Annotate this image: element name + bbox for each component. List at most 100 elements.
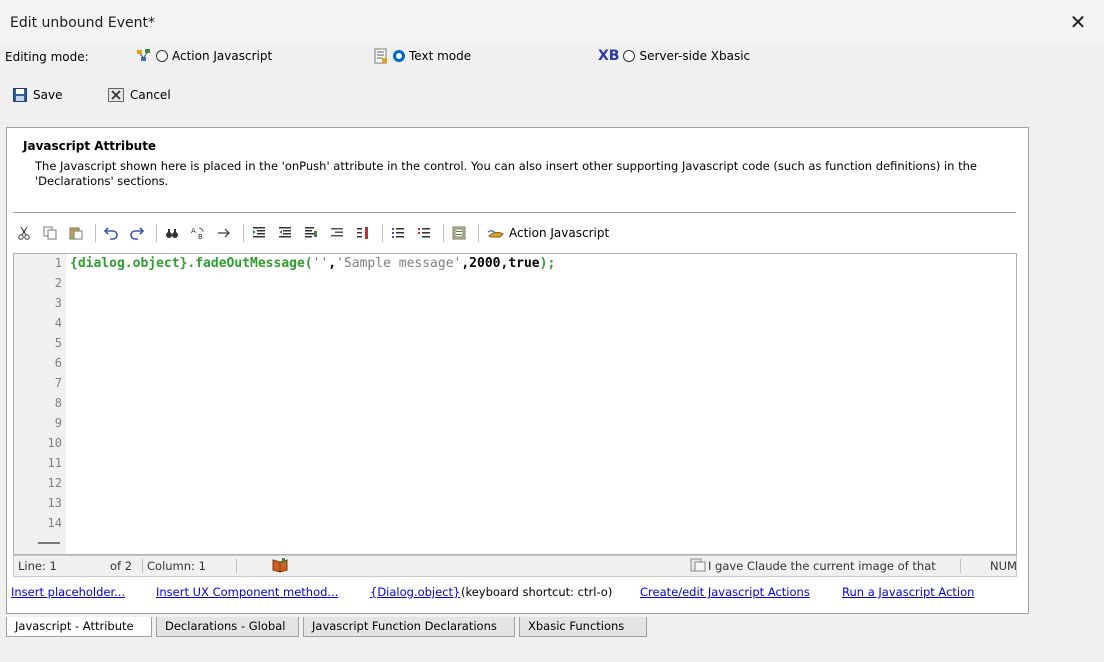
window-title: Edit unbound Event* xyxy=(10,15,155,31)
code-token: , xyxy=(328,256,337,271)
keyboard-shortcut-hint: (keyboard shortcut: ctrl-o) xyxy=(461,585,613,599)
server-side-xbasic-radio[interactable] xyxy=(623,50,636,62)
status-line: Line: 1 xyxy=(18,559,57,573)
find-icon[interactable] xyxy=(161,223,183,243)
toolbar-separator xyxy=(156,224,157,242)
status-num: NUM xyxy=(990,559,1017,573)
editor-status-bar: Line: 1 of 2 Column: 1 I gave Claude the… xyxy=(13,555,1017,577)
line-number: 2 xyxy=(54,276,62,290)
tab-label: Declarations - Global xyxy=(165,619,286,633)
line-number: 1 xyxy=(54,256,62,270)
create-edit-javascript-actions-link[interactable]: Create/edit Javascript Actions xyxy=(640,585,810,599)
status-divider xyxy=(236,559,237,573)
action-javascript-toolbar-label: Action Javascript xyxy=(509,226,610,240)
bullet-list-icon[interactable] xyxy=(387,223,409,243)
toolbar-separator xyxy=(478,224,479,242)
format-icon[interactable] xyxy=(352,223,374,243)
panel-description: The Javascript shown here is placed in t… xyxy=(35,159,978,188)
genie-lamp-icon xyxy=(487,230,504,238)
code-token: '' xyxy=(312,256,329,271)
align-right-icon[interactable] xyxy=(326,223,348,243)
code-library-icon[interactable] xyxy=(448,223,470,243)
cut-icon[interactable] xyxy=(13,223,35,243)
action-button-row: Save Cancel xyxy=(0,84,400,110)
javascript-attribute-panel: Javascript Attribute The Javascript show… xyxy=(6,127,1029,614)
line-number: 14 xyxy=(47,516,62,530)
code-token: 'Sample message' xyxy=(336,256,462,271)
copy-icon[interactable] xyxy=(39,223,61,243)
undo-icon[interactable] xyxy=(100,223,122,243)
status-message: I gave Claude the current image of that xyxy=(708,559,936,573)
svg-text:B: B xyxy=(198,233,203,240)
action-javascript-label: Action Javascript xyxy=(172,49,273,63)
line-number: 9 xyxy=(54,416,62,430)
line-number: 13 xyxy=(47,496,62,510)
bottom-tab-strip: Javascript - Attribute Declarations - Gl… xyxy=(6,617,806,639)
action-javascript-button[interactable]: Action Javascript xyxy=(487,226,609,240)
indent-icon[interactable] xyxy=(248,223,270,243)
code-token: {dialog.object}.fadeOutMessage( xyxy=(70,256,313,271)
server-side-xbasic-label: Server-side Xbasic xyxy=(639,49,751,63)
toolbar-separator xyxy=(95,224,96,242)
line-number-gutter: 1 2 3 4 5 6 7 8 9 10 11 12 13 14 xyxy=(14,254,66,554)
save-label: Save xyxy=(33,88,63,102)
insert-ux-component-method-link[interactable]: Insert UX Component method... xyxy=(156,585,338,599)
panel-title: Javascript Attribute xyxy=(23,139,157,153)
editing-mode-row: Editing mode: Action Javascript Text mod… xyxy=(0,44,1104,72)
code-editor[interactable]: 1 2 3 4 5 6 7 8 9 10 11 12 13 14 {dialog… xyxy=(13,253,1017,555)
replace-icon[interactable]: AB xyxy=(187,223,209,243)
close-icon: ✕ xyxy=(1069,10,1087,34)
code-token: ); xyxy=(539,256,556,271)
number-list-icon[interactable] xyxy=(413,223,435,243)
text-mode-icon xyxy=(374,48,387,64)
fold-marker xyxy=(38,542,60,544)
save-icon xyxy=(13,88,27,102)
editor-toolbar: AB Action Javascript xyxy=(13,220,1016,246)
toolbar-separator xyxy=(382,224,383,242)
title-bar: Edit unbound Event* ✕ xyxy=(0,0,1104,44)
mode-option-action-javascript[interactable]: Action Javascript xyxy=(136,48,272,64)
line-number: 10 xyxy=(47,436,62,450)
tab-declarations-global[interactable]: Declarations - Global xyxy=(156,617,299,637)
mode-option-server-side-xbasic[interactable]: XB Server-side Xbasic xyxy=(598,48,750,64)
tab-javascript-function-declarations[interactable]: Javascript Function Declarations xyxy=(303,617,515,637)
text-mode-label: Text mode xyxy=(409,49,472,63)
insert-placeholder-link[interactable]: Insert placeholder... xyxy=(11,585,125,599)
book-icon[interactable] xyxy=(272,557,288,573)
tab-label: Xbasic Functions xyxy=(528,619,625,633)
save-button[interactable]: Save xyxy=(13,88,62,102)
tab-javascript-attribute[interactable]: Javascript - Attribute xyxy=(6,617,152,637)
status-divider xyxy=(960,559,961,573)
outdent-icon[interactable] xyxy=(274,223,296,243)
helper-links-row: Insert placeholder... Insert UX Componen… xyxy=(11,585,1021,601)
line-number: 5 xyxy=(54,336,62,350)
dialog-object-link[interactable]: {Dialog.object} xyxy=(370,585,460,599)
redo-icon[interactable] xyxy=(126,223,148,243)
line-number: 7 xyxy=(54,376,62,390)
svg-text:A: A xyxy=(191,227,196,235)
cancel-button[interactable]: Cancel xyxy=(108,88,171,102)
tab-label: Javascript - Attribute xyxy=(15,619,134,633)
line-number: 8 xyxy=(54,396,62,410)
mode-option-text-mode[interactable]: Text mode xyxy=(373,48,471,64)
action-js-icon xyxy=(137,49,150,61)
cancel-icon xyxy=(108,88,124,102)
action-javascript-radio[interactable] xyxy=(156,50,168,62)
paste-icon[interactable] xyxy=(65,223,87,243)
close-button[interactable]: ✕ xyxy=(1052,0,1104,44)
tab-label: Javascript Function Declarations xyxy=(312,619,497,633)
tab-xbasic-functions[interactable]: Xbasic Functions xyxy=(519,617,647,637)
run-javascript-action-link[interactable]: Run a Javascript Action xyxy=(842,585,974,599)
document-status-icon xyxy=(690,558,706,572)
editing-mode-label: Editing mode: xyxy=(5,50,89,64)
line-number: 12 xyxy=(47,476,62,490)
comment-block-icon[interactable] xyxy=(300,223,322,243)
code-line-1: {dialog.object}.fadeOutMessage('','Sampl… xyxy=(70,256,555,271)
text-mode-radio[interactable] xyxy=(393,50,405,62)
goto-arrow-icon[interactable] xyxy=(213,223,235,243)
cancel-label: Cancel xyxy=(130,88,171,102)
code-token: ,2000,true xyxy=(461,256,540,271)
line-number: 6 xyxy=(54,356,62,370)
line-number: 3 xyxy=(54,296,62,310)
line-number: 4 xyxy=(54,316,62,330)
